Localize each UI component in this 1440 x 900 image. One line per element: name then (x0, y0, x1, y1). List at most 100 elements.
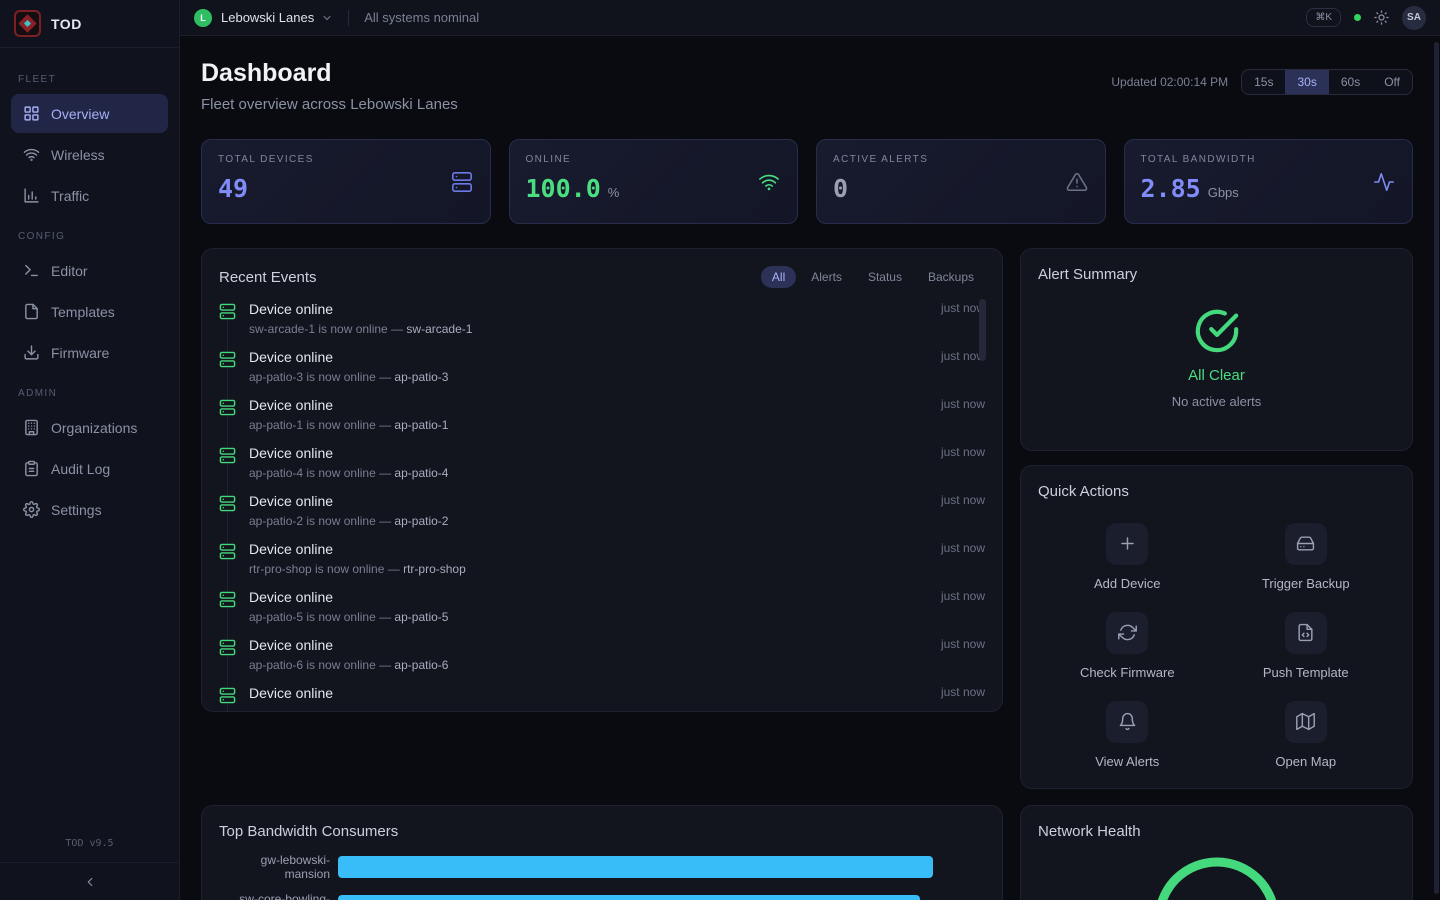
wifi-icon (23, 146, 40, 163)
theme-toggle-sun-icon[interactable] (1374, 10, 1389, 25)
tab-all[interactable]: All (761, 266, 796, 288)
health-status-dot (1354, 14, 1361, 21)
sidebar-item-firmware[interactable]: Firmware (11, 333, 168, 372)
refresh-option-60s[interactable]: 60s (1329, 70, 1372, 94)
tab-backups[interactable]: Backups (917, 266, 985, 288)
event-title: Device online (249, 493, 941, 509)
event-item-device-online[interactable]: Device online just now (219, 685, 985, 712)
quick-action-open-map[interactable]: Open Map (1217, 690, 1396, 779)
quick-action-push-template[interactable]: Push Template (1217, 601, 1396, 690)
org-avatar: L (194, 9, 212, 27)
refresh-controls: Updated 02:00:14 PM 15s30s60sOff (1111, 69, 1413, 95)
quick-action-label: Add Device (1094, 576, 1160, 591)
refresh-option-off[interactable]: Off (1372, 70, 1412, 94)
sidebar-item-templates[interactable]: Templates (11, 292, 168, 331)
server-icon (219, 639, 236, 656)
sidebar-item-settings[interactable]: Settings (11, 490, 168, 529)
file-icon (23, 303, 40, 320)
bandwidth-device-name: gw-lebowski-mansion (219, 853, 338, 881)
tab-alerts[interactable]: Alerts (800, 266, 853, 288)
stat-card-total-bandwidth: TOTAL BANDWIDTH 2.85 Gbps (1124, 139, 1414, 224)
sidebar-item-audit-log[interactable]: Audit Log (11, 449, 168, 488)
sidebar-section-fleet: FLEET Overview Wireless Traffic (11, 74, 168, 215)
quick-actions-title: Quick Actions (1038, 483, 1395, 500)
sidebar-item-traffic[interactable]: Traffic (11, 176, 168, 215)
command-palette-shortcut[interactable]: ⌘K (1306, 8, 1341, 27)
logo-eye-shape (24, 20, 31, 27)
event-time: just now (941, 493, 985, 541)
main-area: L Lebowski Lanes All systems nominal ⌘K … (180, 0, 1440, 900)
bandwidth-bar (338, 856, 933, 878)
updated-timestamp: Updated 02:00:14 PM (1111, 75, 1228, 89)
quick-action-label: Push Template (1263, 665, 1349, 680)
sidebar-item-label: Organizations (51, 420, 137, 436)
event-item-device-online[interactable]: Device online ap-patio-2 is now online —… (219, 493, 985, 541)
server-icon (219, 447, 236, 464)
refresh-option-15s[interactable]: 15s (1242, 70, 1285, 94)
server-icon (219, 351, 236, 368)
event-device-name: ap-patio-4 (394, 466, 448, 480)
alert-triangle-icon (1066, 171, 1088, 193)
event-time: just now (941, 397, 985, 445)
quick-action-trigger-backup[interactable]: Trigger Backup (1217, 512, 1396, 601)
org-switcher[interactable]: Lebowski Lanes (221, 10, 314, 25)
sidebar-item-label: Audit Log (51, 461, 110, 477)
refresh-option-30s[interactable]: 30s (1285, 70, 1328, 94)
stat-unit: % (608, 185, 620, 200)
stat-unit: Gbps (1208, 185, 1239, 200)
network-health-title: Network Health (1038, 823, 1395, 840)
event-title: Device online (249, 349, 941, 365)
event-item-device-online[interactable]: Device online ap-patio-3 is now online —… (219, 349, 985, 397)
server-icon (219, 303, 236, 320)
quick-action-view-alerts[interactable]: View Alerts (1038, 690, 1217, 779)
sidebar-item-label: Wireless (51, 147, 105, 163)
sidebar-item-organizations[interactable]: Organizations (11, 408, 168, 447)
page-title: Dashboard (201, 59, 458, 88)
event-detail: ap-patio-1 is now online — ap-patio-1 (249, 418, 941, 432)
sidebar-item-label: Settings (51, 502, 102, 518)
sidebar: TOD FLEET Overview Wireless Traffic (0, 0, 180, 900)
topbar: L Lebowski Lanes All systems nominal ⌘K … (180, 0, 1440, 36)
stat-label: TOTAL DEVICES (218, 154, 474, 165)
topbar-divider (348, 10, 349, 26)
event-time: just now (941, 685, 985, 712)
chevron-left-icon (83, 875, 97, 889)
event-item-device-online[interactable]: Device online ap-patio-5 is now online —… (219, 589, 985, 637)
main-scrollbar-thumb[interactable] (1434, 42, 1439, 894)
quick-action-add-device[interactable]: Add Device (1038, 512, 1217, 601)
refresh-icon (1118, 623, 1137, 642)
event-item-device-online[interactable]: Device online ap-patio-6 is now online —… (219, 637, 985, 685)
quick-action-label: Open Map (1275, 754, 1336, 769)
system-status-text: All systems nominal (364, 10, 479, 25)
event-device-name: ap-patio-3 (394, 370, 448, 384)
quick-actions-grid: Add Device Trigger Backup Check (1038, 512, 1395, 779)
event-item-device-online[interactable]: Device online sw-arcade-1 is now online … (219, 301, 985, 349)
tab-status[interactable]: Status (857, 266, 913, 288)
event-time: just now (941, 637, 985, 685)
chevron-down-icon[interactable] (321, 12, 333, 24)
event-title: Device online (249, 589, 941, 605)
stat-value: 49 (218, 174, 248, 203)
event-item-device-online[interactable]: Device online ap-patio-1 is now online —… (219, 397, 985, 445)
event-item-device-online[interactable]: Device online rtr-pro-shop is now online… (219, 541, 985, 589)
server-icon (219, 543, 236, 560)
user-avatar[interactable]: SA (1402, 6, 1426, 30)
sidebar-collapse-button[interactable] (0, 862, 179, 900)
bandwidth-device-name: sw-core-bowling-alley (219, 892, 338, 900)
event-detail: ap-patio-5 is now online — ap-patio-5 (249, 610, 941, 624)
event-title: Device online (249, 541, 941, 557)
bandwidth-title: Top Bandwidth Consumers (219, 823, 985, 840)
sidebar-item-overview[interactable]: Overview (11, 94, 168, 133)
sidebar-section-config: CONFIG Editor Templates Firmware (11, 231, 168, 372)
sidebar-item-label: Traffic (51, 188, 89, 204)
bandwidth-row-sw-core-bowling-alley: sw-core-bowling-alley (219, 892, 985, 900)
event-item-device-online[interactable]: Device online ap-patio-4 is now online —… (219, 445, 985, 493)
activity-icon (1373, 171, 1395, 193)
events-scrollbar-thumb[interactable] (979, 299, 986, 361)
quick-action-check-firmware[interactable]: Check Firmware (1038, 601, 1217, 690)
sidebar-item-wireless[interactable]: Wireless (11, 135, 168, 174)
sidebar-item-editor[interactable]: Editor (11, 251, 168, 290)
logo-row: TOD (0, 0, 179, 48)
download-icon (23, 344, 40, 361)
bandwidth-bar (338, 895, 920, 900)
